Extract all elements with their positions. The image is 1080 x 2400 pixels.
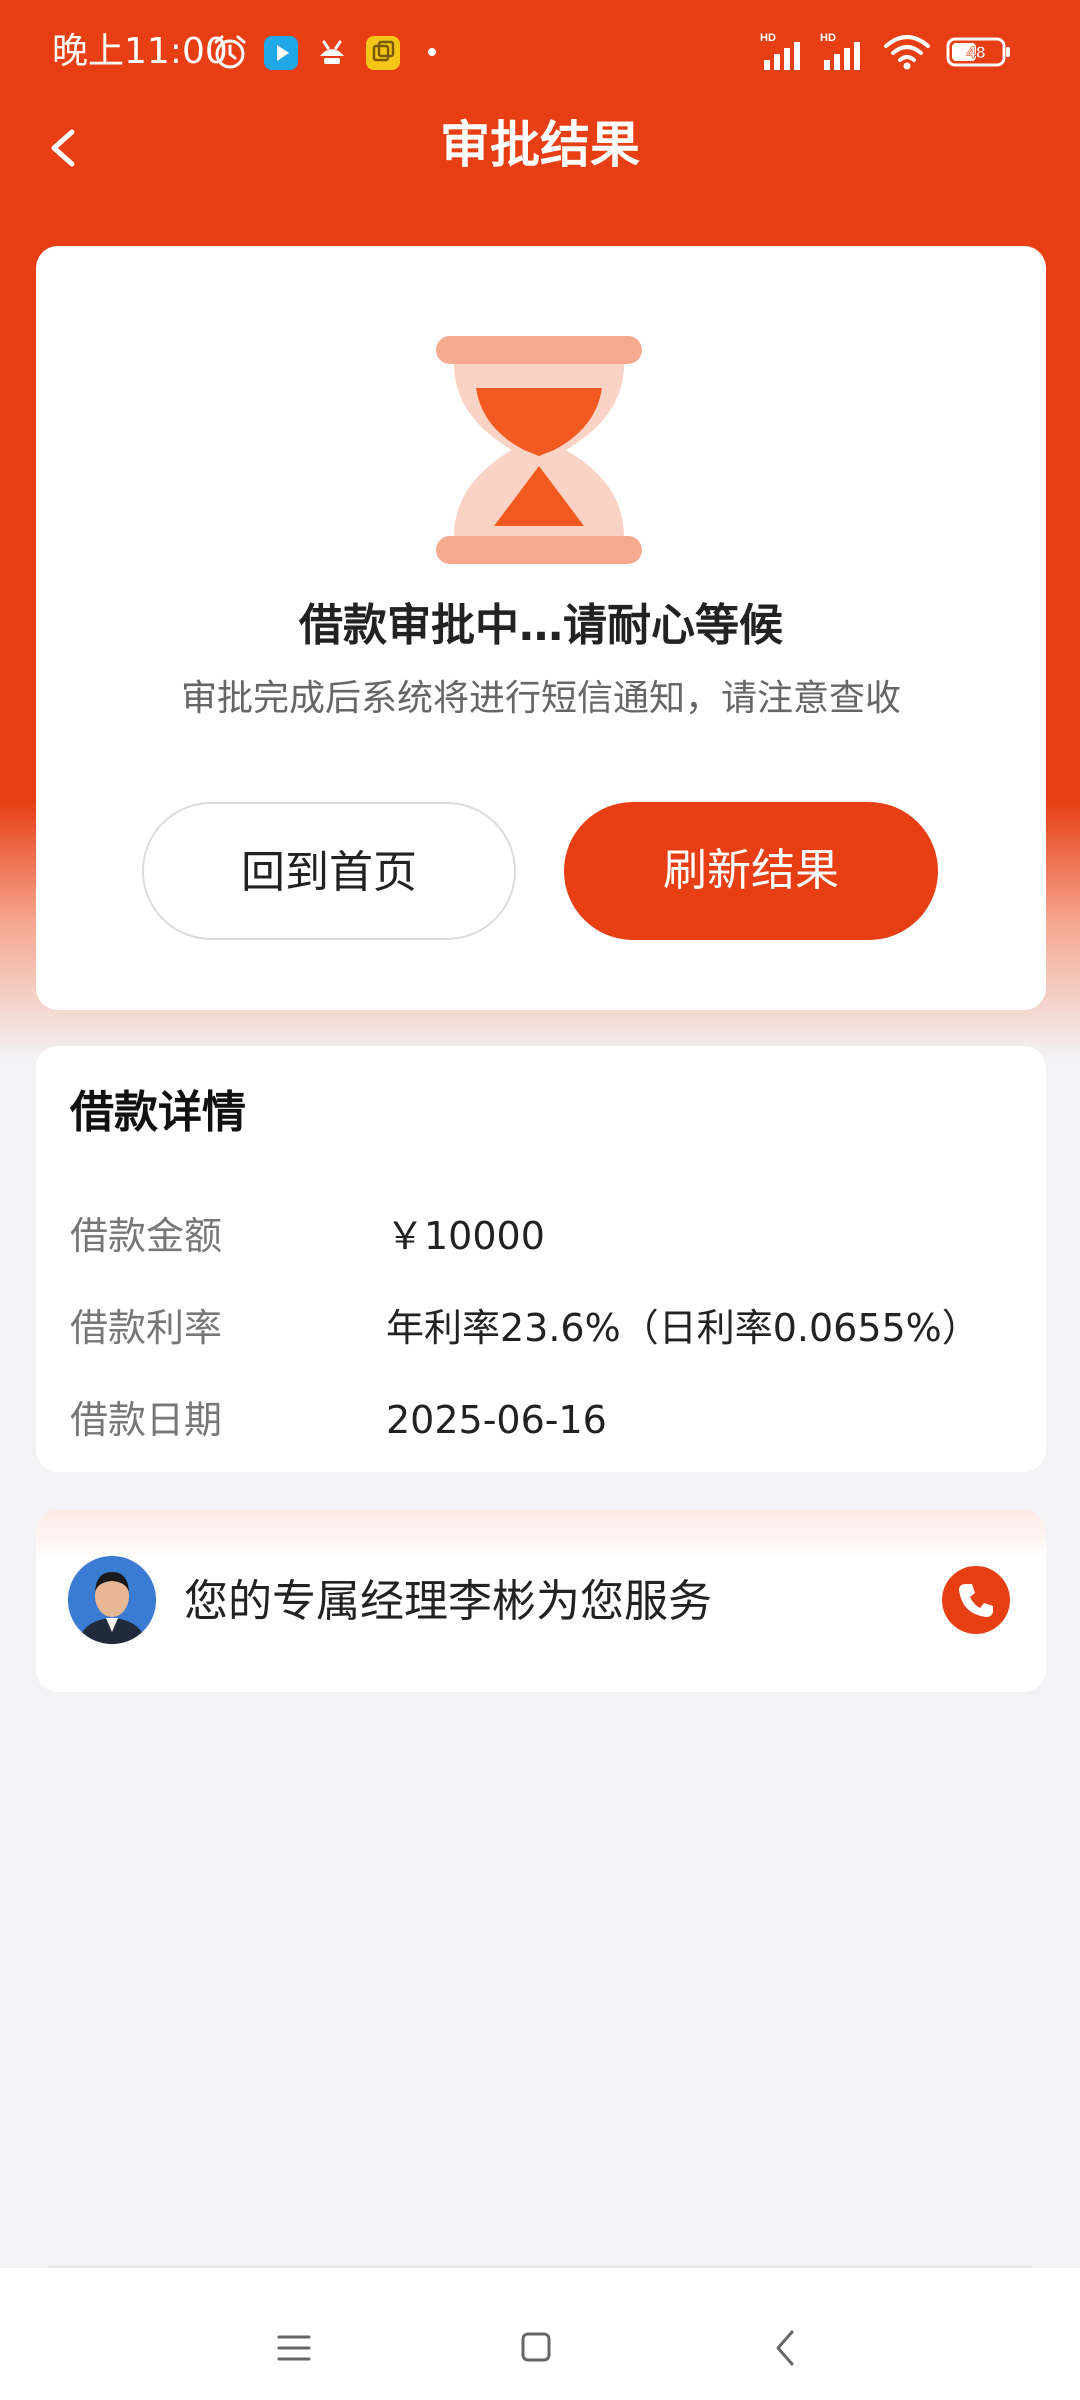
detail-row-date: 借款日期 2025-06-16 <box>70 1390 1020 1450</box>
detail-label: 借款金额 <box>70 1214 223 1258</box>
detail-label: 借款日期 <box>70 1398 223 1442</box>
status-time: 晚上11:00 <box>52 31 228 72</box>
svg-text:HD: HD <box>760 32 776 44</box>
video-app-icon <box>264 36 298 70</box>
alarm-clock-icon <box>214 35 246 69</box>
phone-icon <box>959 1584 993 1617</box>
back-to-home-button[interactable]: 回到首页 <box>142 802 516 940</box>
detail-value: 年利率23.6%（日利率0.0655%） <box>386 1306 980 1350</box>
home-icon[interactable] <box>520 2330 552 2364</box>
system-nav-bar <box>0 2268 1080 2400</box>
detail-row-amount: 借款金额 ￥10000 <box>70 1206 1020 1266</box>
svg-text:48: 48 <box>967 43 986 62</box>
battery-icon: 48 <box>946 37 1010 67</box>
detail-row-rate: 借款利率 年利率23.6%（日利率0.0655%） <box>70 1298 1020 1358</box>
status-bar: 晚上11:00 HD HD 48 <box>0 0 1080 104</box>
notes-app-icon <box>366 36 400 70</box>
loan-details-card: 借款详情 借款金额 ￥10000 借款利率 年利率23.6%（日利率0.0655… <box>36 1046 1046 1472</box>
page: 晚上11:00 HD HD 48 审批结果 借款审批中…请耐心等候 审批完成后系… <box>0 0 1080 2400</box>
call-manager-button[interactable] <box>942 1566 1010 1634</box>
status-description: 审批完成后系统将进行短信通知，请注意查收 <box>180 678 901 719</box>
detail-label: 借款利率 <box>70 1306 223 1350</box>
detail-value: 2025-06-16 <box>386 1398 607 1442</box>
approval-status-card: 借款审批中…请耐心等候 审批完成后系统将进行短信通知，请注意查收 回到首页 刷新… <box>36 246 1046 1010</box>
detail-value: ￥10000 <box>386 1214 545 1258</box>
menu-icon[interactable] <box>276 2332 312 2364</box>
account-manager-card[interactable]: 您的专属经理李彬为您服务 <box>36 1510 1046 1692</box>
hourglass-icon <box>436 336 642 564</box>
wifi-icon <box>884 35 930 70</box>
status-title: 借款审批中…请耐心等候 <box>299 600 783 651</box>
avatar <box>68 1556 156 1644</box>
svg-text:HD: HD <box>820 32 836 44</box>
manager-service-text: 您的专属经理李彬为您服务 <box>184 1576 712 1627</box>
page-title: 审批结果 <box>440 116 640 174</box>
refresh-result-button[interactable]: 刷新结果 <box>564 802 938 940</box>
cellular-signal-icon: HD <box>760 32 800 70</box>
cellular-signal-icon: HD <box>820 32 860 70</box>
game-app-icon <box>320 40 344 64</box>
back-icon[interactable] <box>774 2328 796 2368</box>
details-title: 借款详情 <box>70 1087 246 1138</box>
notification-dot-icon <box>428 48 436 56</box>
